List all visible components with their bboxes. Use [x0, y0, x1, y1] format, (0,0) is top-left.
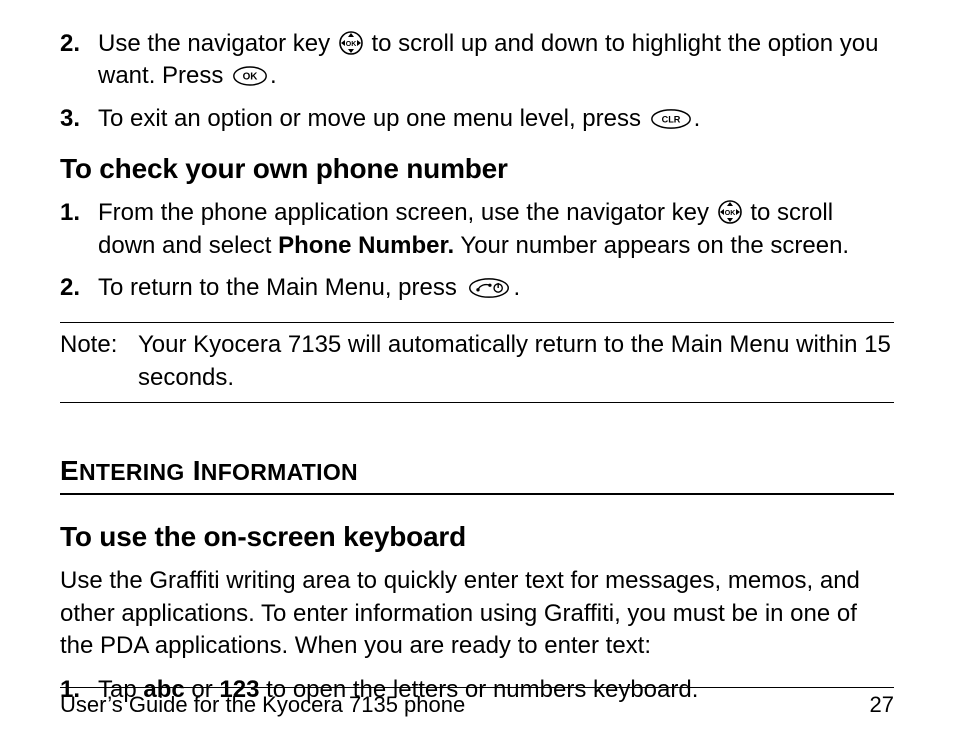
step-item: 2.Use the navigator key to scroll up and…: [60, 28, 894, 93]
step-body: From the phone application screen, use t…: [98, 197, 894, 262]
step-item: 1.From the phone application screen, use…: [60, 197, 894, 262]
end-oval-icon: [466, 277, 512, 299]
section-title-rest2: NFORMATION: [201, 459, 358, 485]
footer-title: User’s Guide for the Kyocera 7135 phone: [60, 692, 465, 718]
subheading-check-number: To check your own phone number: [60, 153, 894, 185]
subheading-onscreen-keyboard: To use the on-screen keyboard: [60, 521, 894, 553]
step-number: 3.: [60, 103, 98, 135]
section-title-cap2: I: [193, 455, 201, 486]
step-body: To return to the Main Menu, press .: [98, 272, 894, 304]
intro-paragraph: Use the Graffiti writing area to quickly…: [60, 565, 894, 662]
step-body: To exit an option or move up one menu le…: [98, 103, 894, 135]
section-title-rest1: NTERING: [79, 459, 185, 485]
footer-page-number: 27: [870, 692, 894, 718]
step-item: 2.To return to the Main Menu, press .: [60, 272, 894, 304]
step-number: 2.: [60, 28, 98, 60]
nav-ok-icon: [718, 200, 742, 224]
note-text: Your Kyocera 7135 will automatically ret…: [138, 329, 894, 394]
document-page: 2.Use the navigator key to scroll up and…: [0, 0, 954, 738]
note-block: Note: Your Kyocera 7135 will automatical…: [60, 322, 894, 403]
ok-oval-icon: [232, 65, 268, 87]
note-label: Note:: [60, 329, 138, 394]
nav-ok-icon: [339, 31, 363, 55]
step-number: 2.: [60, 272, 98, 304]
steps-list-a: 2.Use the navigator key to scroll up and…: [60, 28, 894, 135]
step-number: 1.: [60, 197, 98, 229]
clr-oval-icon: [650, 108, 692, 130]
steps-list-b: 1.From the phone application screen, use…: [60, 197, 894, 304]
step-item: 3.To exit an option or move up one menu …: [60, 103, 894, 135]
section-title-cap1: E: [60, 455, 79, 486]
inline-bold-text: Phone Number.: [278, 232, 454, 259]
step-body: Use the navigator key to scroll up and d…: [98, 28, 894, 93]
section-title-entering-information: ENTERING INFORMATION: [60, 455, 894, 495]
page-footer: User’s Guide for the Kyocera 7135 phone …: [60, 687, 894, 718]
